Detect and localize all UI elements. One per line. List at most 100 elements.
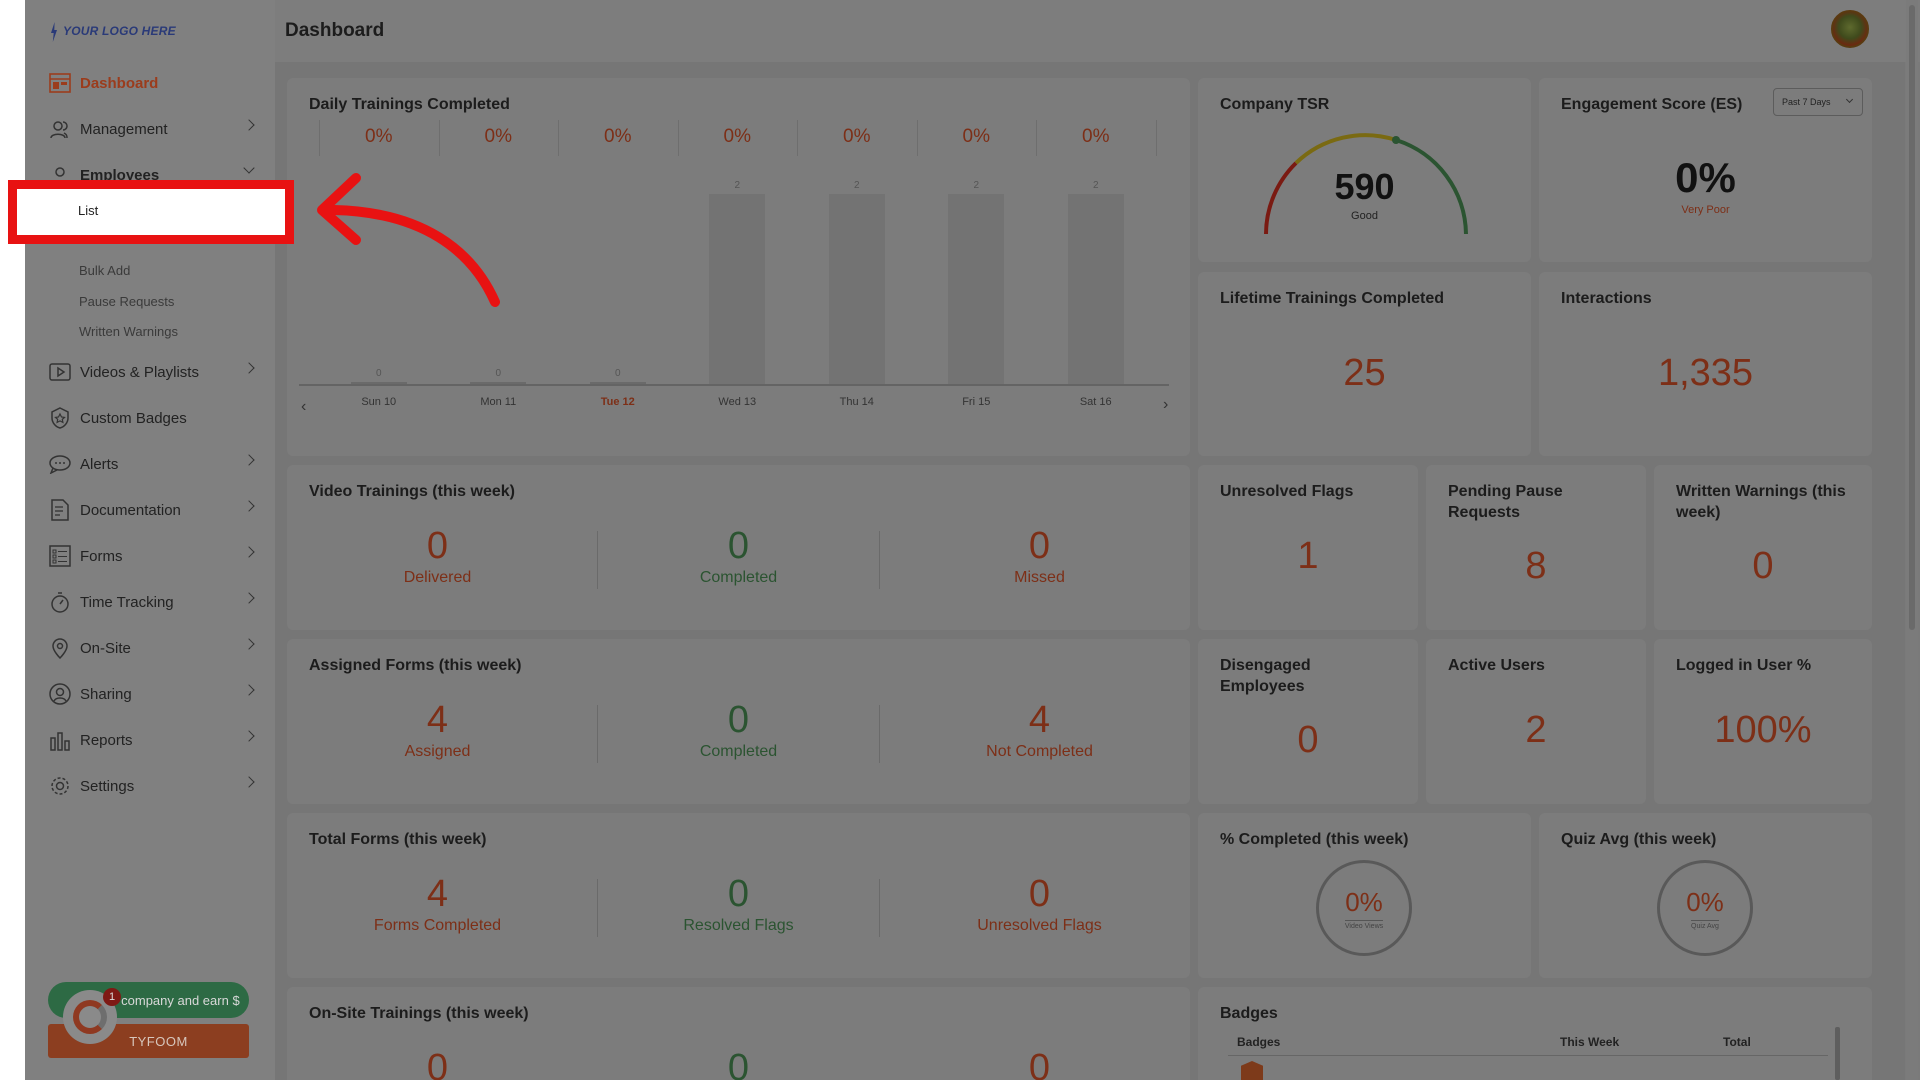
lifetime-value: 25 bbox=[1343, 352, 1386, 394]
sidebar-item-alerts[interactable]: Alerts bbox=[25, 444, 275, 484]
chevron-right-icon bbox=[243, 362, 255, 374]
share-person-icon bbox=[49, 683, 71, 705]
table-scrollbar[interactable] bbox=[1835, 1027, 1840, 1080]
chevron-right-icon bbox=[243, 638, 255, 650]
support-chat-launcher[interactable]: 1 bbox=[63, 988, 121, 1044]
badges-card: Badges Badges This Week Total bbox=[1198, 987, 1872, 1080]
company-tsr-card: Company TSR 590 Good bbox=[1198, 78, 1531, 262]
pending-pause-card: Pending Pause Requests 8 bbox=[1426, 465, 1646, 630]
card-title: Unresolved Flags bbox=[1220, 483, 1354, 500]
disengaged-value: 0 bbox=[1297, 719, 1319, 761]
total-forms-label: Forms Completed bbox=[373, 917, 502, 934]
pct-completed-circle: 0% Video Views bbox=[1316, 860, 1412, 956]
bar-value-label: 0 bbox=[495, 368, 502, 379]
chart-baseline bbox=[299, 384, 1169, 386]
sidebar-item-forms[interactable]: Forms bbox=[25, 536, 275, 576]
tsr-rating: Good bbox=[1351, 210, 1378, 222]
day-percent: 0% bbox=[365, 126, 393, 147]
card-title: Interactions bbox=[1561, 290, 1652, 307]
dashboard-icon bbox=[49, 72, 71, 94]
logo[interactable]: YOUR LOGO HERE bbox=[51, 22, 176, 42]
scrollbar-thumb[interactable] bbox=[1909, 5, 1915, 630]
sidebar-item-on-site[interactable]: On-Site bbox=[25, 628, 275, 668]
chart-bar[interactable] bbox=[709, 194, 766, 384]
sidebar-item-videos[interactable]: Videos & Playlists bbox=[25, 352, 275, 392]
chat-bubble-icon bbox=[49, 453, 71, 475]
column-divider bbox=[319, 120, 320, 156]
gear-icon bbox=[49, 775, 71, 797]
sidebar-item-time-tracking[interactable]: Time Tracking bbox=[25, 582, 275, 622]
card-title: Disengaged Employees bbox=[1220, 657, 1311, 695]
top-bar bbox=[275, 0, 1920, 62]
annotation-arrow-icon bbox=[317, 173, 500, 307]
logged-in-card: Logged in User % 100% bbox=[1654, 639, 1872, 804]
missed-label: Missed bbox=[1014, 569, 1065, 586]
sidebar-item-reports[interactable]: Reports bbox=[25, 720, 275, 760]
total-forms-card: Total Forms (this week) 4 Forms Complete… bbox=[287, 813, 1190, 978]
disengaged-card: Disengaged Employees 0 bbox=[1198, 639, 1418, 804]
document-icon bbox=[49, 499, 71, 521]
quiz-avg-circle: 0% Quiz Avg bbox=[1657, 860, 1753, 956]
bolt-icon bbox=[51, 22, 57, 42]
day-label: Fri 15 bbox=[962, 396, 991, 408]
scrollbar[interactable] bbox=[1906, 0, 1918, 1080]
chevron-right-icon bbox=[243, 546, 255, 558]
card-title: Logged in User % bbox=[1676, 657, 1812, 674]
sidebar-item-settings[interactable]: Settings bbox=[25, 766, 275, 806]
chevron-down-icon bbox=[1845, 95, 1854, 104]
sidebar-item-documentation[interactable]: Documentation bbox=[25, 490, 275, 530]
quiz-avg-value: 0% bbox=[1686, 886, 1724, 917]
chart-bar[interactable] bbox=[828, 194, 885, 384]
interactions-value: 1,335 bbox=[1657, 352, 1754, 394]
lifetime-trainings-card: Lifetime Trainings Completed 25 bbox=[1198, 272, 1531, 456]
chart-bar[interactable] bbox=[1067, 194, 1124, 384]
day-label: Wed 13 bbox=[718, 396, 757, 408]
column-divider bbox=[916, 120, 918, 156]
pct-completed-value: 0% bbox=[1345, 886, 1383, 917]
engagement-value: 0% bbox=[1675, 154, 1736, 201]
sidebar-sub-pause-requests[interactable]: Pause Requests bbox=[79, 294, 174, 309]
not-completed-label: Not Completed bbox=[986, 743, 1093, 760]
card-title: On-Site Trainings (this week) bbox=[309, 1005, 529, 1022]
resolved-flags-value: 0 bbox=[727, 873, 750, 915]
pending-pause-value: 8 bbox=[1525, 545, 1547, 587]
card-title: Company TSR bbox=[1220, 96, 1330, 113]
total-forms-value: 4 bbox=[426, 873, 449, 915]
day-percent: 0% bbox=[484, 126, 512, 147]
this-week-col-header: This Week bbox=[1560, 1035, 1620, 1049]
card-title: Video Trainings (this week) bbox=[309, 483, 515, 500]
chart-bar[interactable] bbox=[948, 194, 1005, 384]
card-title: Assigned Forms (this week) bbox=[309, 657, 522, 674]
page-title: Dashboard bbox=[285, 20, 385, 41]
bar-value-label: 2 bbox=[973, 180, 980, 191]
bar-value-label: 2 bbox=[734, 180, 741, 191]
completed-value: 0 bbox=[727, 525, 750, 567]
sidebar-item-custom-badges[interactable]: Custom Badges bbox=[25, 398, 275, 438]
pct-completed-card: % Completed (this week) 0% Video Views bbox=[1198, 813, 1531, 978]
divider bbox=[879, 705, 880, 763]
chevron-right-icon[interactable]: › bbox=[1163, 396, 1168, 414]
list-icon bbox=[49, 545, 71, 567]
avatar[interactable] bbox=[1831, 10, 1869, 48]
date-range-select[interactable]: Past 7 Days bbox=[1773, 88, 1863, 116]
sidebar-sub-written-warnings[interactable]: Written Warnings bbox=[79, 324, 178, 339]
card-title: Badges bbox=[1220, 1005, 1278, 1022]
sidebar-item-management[interactable]: Management bbox=[25, 109, 275, 149]
sidebar-item-dashboard[interactable]: Dashboard bbox=[25, 63, 275, 103]
logged-in-value: 100% bbox=[1714, 709, 1812, 751]
assigned-label: Assigned bbox=[404, 743, 471, 760]
column-divider bbox=[438, 120, 440, 156]
assigned-value: 4 bbox=[426, 699, 449, 741]
chevron-right-icon bbox=[243, 119, 255, 131]
chevron-right-icon bbox=[243, 500, 255, 512]
pct-completed-sub: Video Views bbox=[1344, 919, 1384, 930]
bar-value-label: 0 bbox=[614, 368, 621, 379]
unresolved-flags-value: 1 bbox=[1297, 535, 1319, 577]
chevron-left-icon[interactable]: ‹ bbox=[301, 398, 306, 416]
left-edge bbox=[0, 0, 25, 1080]
forms-completed-label: Completed bbox=[699, 743, 778, 760]
column-divider bbox=[558, 120, 559, 156]
sidebar-item-sharing[interactable]: Sharing bbox=[25, 674, 275, 714]
card-title: Pending Pause Requests bbox=[1448, 483, 1563, 521]
sidebar-sub-bulk-add[interactable]: Bulk Add bbox=[79, 263, 130, 278]
